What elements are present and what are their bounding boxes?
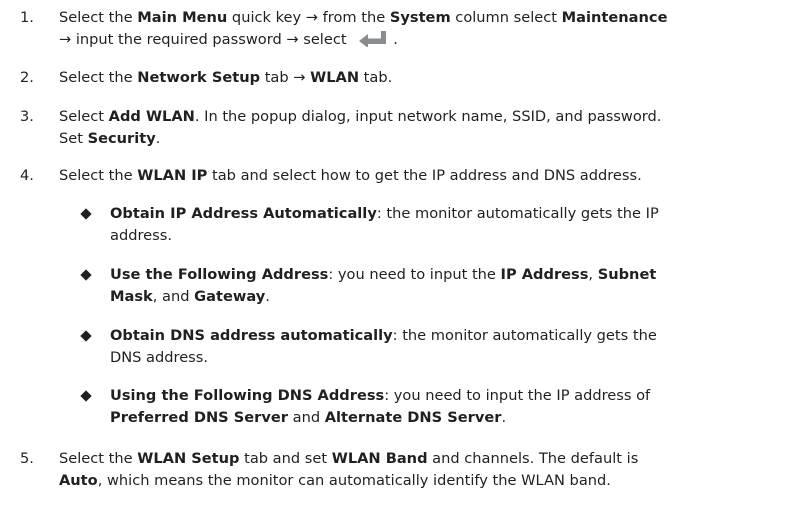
step-line: Select the WLAN Setup tab and set WLAN B… — [59, 448, 776, 470]
step-text: Select Add WLAN. In the popup dialog, in… — [59, 106, 776, 150]
text-run: Select the — [59, 9, 138, 26]
step-line: Select the Network Setup tab → WLAN tab. — [59, 67, 776, 89]
text-run: and channels. The default is — [427, 450, 639, 467]
step-number: 1. — [20, 9, 34, 26]
ui-term-alternate-dns-server: Alternate DNS Server — [324, 409, 502, 426]
text-run: : the monitor automatically gets the IP — [376, 205, 659, 222]
text-run: , — [588, 266, 598, 283]
text-run: , and — [152, 288, 195, 305]
diamond-bullet-icon — [80, 208, 92, 220]
ui-term-using-following-dns: Using the Following DNS Address — [110, 387, 385, 404]
bullet-text: Obtain DNS address automatically: the mo… — [110, 325, 657, 369]
ui-term-subnet: Subnet — [597, 266, 657, 283]
text-run: Set — [59, 130, 88, 147]
bullet-line: Obtain DNS address automatically: the mo… — [110, 325, 657, 347]
text-run: . — [393, 31, 398, 48]
step-line: Auto, which means the monitor can automa… — [59, 470, 776, 492]
text-run: → input the required password → select — [59, 31, 352, 48]
ui-term-system: System — [389, 9, 451, 26]
bullet-text: Obtain IP Address Automatically: the mon… — [110, 203, 659, 247]
text-run: : the monitor automatically gets the — [392, 327, 657, 344]
enter-key-icon — [359, 31, 387, 47]
bullet-text: Use the Following Address: you need to i… — [110, 264, 656, 308]
bullet-line: Mask, and Gateway. — [110, 286, 656, 308]
text-run: . — [501, 409, 507, 426]
step-line: → input the required password → select . — [59, 29, 776, 51]
ui-term-wlan-setup: WLAN Setup — [137, 450, 240, 467]
step-number: 5. — [20, 450, 34, 467]
ui-term-maintenance: Maintenance — [561, 9, 668, 26]
ui-term-security: Security — [87, 130, 156, 147]
bullet-line: Obtain IP Address Automatically: the mon… — [110, 203, 659, 225]
text-run: and — [288, 409, 325, 426]
text-run: tab → — [260, 69, 311, 86]
ui-term-wlan-band: WLAN Band — [331, 450, 428, 467]
text-run: tab and select how to get the IP address… — [207, 167, 642, 184]
ui-term-main-menu: Main Menu — [137, 9, 228, 26]
bullet-line: DNS address. — [110, 347, 657, 369]
ui-term-add-wlan: Add WLAN — [108, 108, 195, 125]
text-run: . — [265, 288, 270, 305]
bullet-line: Use the Following Address: you need to i… — [110, 264, 656, 286]
step-text: Select the Main Menu quick key → from th… — [59, 7, 776, 51]
diamond-bullet-icon — [80, 390, 92, 402]
text-run: quick key → from the — [227, 9, 390, 26]
ui-term-wlan-ip: WLAN IP — [137, 167, 208, 184]
bullet-line: Using the Following DNS Address: you nee… — [110, 385, 650, 407]
diamond-bullet-icon — [80, 269, 92, 281]
bullet-line: Preferred DNS Server and Alternate DNS S… — [110, 407, 650, 429]
text-run: . In the popup dialog, input network nam… — [194, 108, 662, 125]
step-number: 2. — [20, 69, 34, 86]
bullet-text: Using the Following DNS Address: you nee… — [110, 385, 650, 429]
step-text: Select the WLAN IP tab and select how to… — [59, 165, 776, 187]
step-line: Set Security. — [59, 128, 776, 150]
step-text: Select the Network Setup tab → WLAN tab. — [59, 67, 776, 89]
text-run: : you need to input the — [328, 266, 501, 283]
step-line: Select Add WLAN. In the popup dialog, in… — [59, 106, 776, 128]
text-run: tab. — [359, 69, 393, 86]
text-run: , which means the monitor can automatica… — [97, 472, 611, 489]
text-run: column select — [450, 9, 562, 26]
text-run: DNS address. — [110, 349, 209, 366]
bullet-line: address. — [110, 225, 659, 247]
ui-term-obtain-ip-automatically: Obtain IP Address Automatically — [110, 205, 377, 222]
ui-term-mask: Mask — [110, 288, 153, 305]
text-run: : you need to input the IP address of — [384, 387, 651, 404]
ui-term-network-setup: Network Setup — [137, 69, 261, 86]
procedure-page: 1. Select the Main Menu quick key → from… — [0, 0, 790, 527]
ui-term-preferred-dns-server: Preferred DNS Server — [110, 409, 288, 426]
ui-term-use-following-address: Use the Following Address — [110, 266, 329, 283]
ui-term-wlan: WLAN — [310, 69, 360, 86]
text-run: Select — [59, 108, 109, 125]
text-run: . — [155, 130, 161, 147]
text-run: Select the — [59, 450, 138, 467]
step-line: Select the Main Menu quick key → from th… — [59, 7, 776, 29]
text-run: tab and set — [239, 450, 332, 467]
step-line: Select the WLAN IP tab and select how to… — [59, 165, 776, 187]
text-run: Select the — [59, 69, 138, 86]
ui-term-ip-address: IP Address — [500, 266, 589, 283]
text-run: address. — [110, 227, 172, 244]
text-run: Select the — [59, 167, 138, 184]
ui-term-gateway: Gateway — [194, 288, 266, 305]
step-text: Select the WLAN Setup tab and set WLAN B… — [59, 448, 776, 492]
step-number: 4. — [20, 167, 34, 184]
diamond-bullet-icon — [80, 330, 92, 342]
ui-term-auto: Auto — [59, 472, 98, 489]
step-number: 3. — [20, 108, 34, 125]
ui-term-obtain-dns-automatically: Obtain DNS address automatically — [110, 327, 393, 344]
